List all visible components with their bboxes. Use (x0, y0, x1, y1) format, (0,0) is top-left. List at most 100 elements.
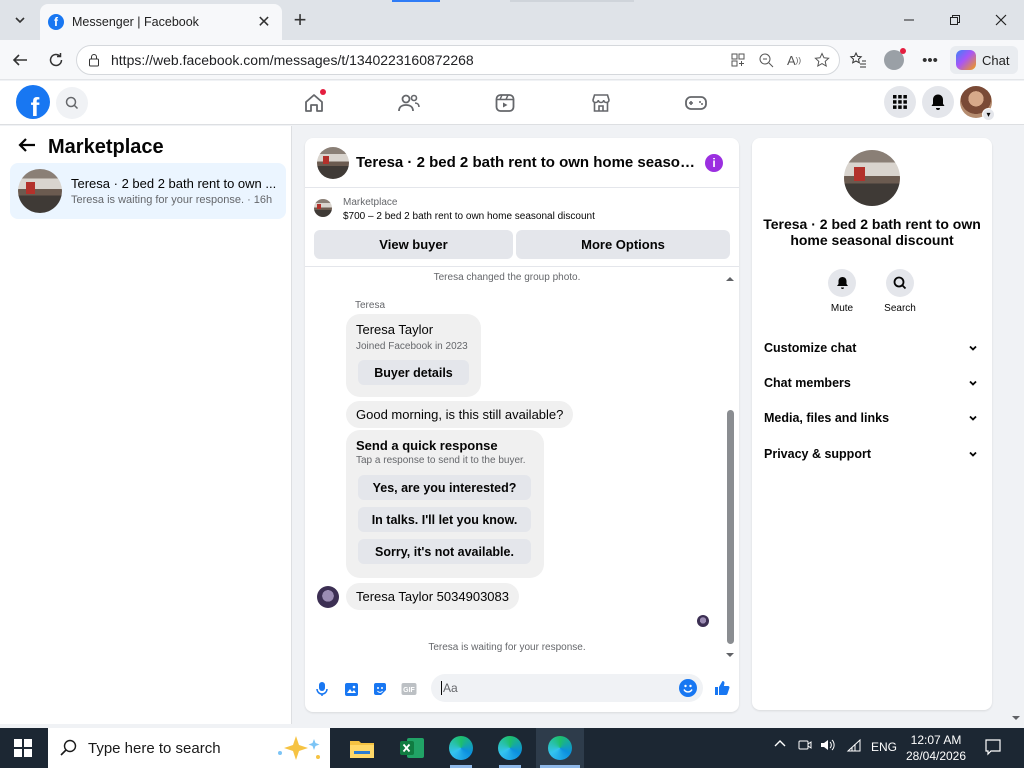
facebook-top-bar: f ▾ (0, 81, 1024, 125)
facebook-logo-icon[interactable]: f (16, 85, 50, 119)
message-input[interactable]: Aa (431, 674, 703, 702)
details-title: Teresa · 2 bed 2 bath rent to own home s… (763, 216, 981, 248)
url-text: https://web.facebook.com/messages/t/1340… (111, 52, 474, 68)
new-tab-icon[interactable]: + (288, 7, 312, 32)
back-arrow-icon[interactable] (18, 136, 36, 159)
tab-title: Messenger | Facebook (72, 15, 199, 29)
refresh-icon[interactable] (44, 48, 68, 72)
excel-icon[interactable] (398, 734, 426, 762)
message-input-placeholder: Aa (441, 681, 458, 695)
sticker-icon[interactable] (371, 680, 389, 698)
mute-action[interactable]: Mute (812, 269, 872, 314)
url-field[interactable]: https://web.facebook.com/messages/t/1340… (76, 45, 840, 75)
video-icon[interactable] (491, 89, 519, 117)
restore-icon[interactable] (932, 0, 978, 40)
notification-center-icon[interactable] (984, 738, 1002, 759)
message-thread[interactable]: Teresa changed the group photo. Teresa T… (305, 267, 739, 664)
mute-label: Mute (830, 303, 854, 314)
file-explorer-icon[interactable] (348, 734, 376, 762)
account-avatar[interactable]: ▾ (960, 86, 995, 121)
gif-icon[interactable]: GIF (400, 680, 418, 698)
search-icon[interactable] (886, 269, 914, 297)
facebook-search-icon[interactable] (56, 87, 88, 119)
edge-browser-icon[interactable] (496, 734, 524, 762)
back-arrow-icon[interactable] (8, 48, 32, 72)
conversation-info-icon[interactable]: i (705, 154, 723, 172)
listing-thumbnail (18, 169, 62, 213)
gaming-icon[interactable] (682, 89, 710, 117)
marketplace-label: Marketplace (343, 197, 398, 208)
chat-label: Chat (982, 52, 1010, 68)
quick-response-card: Send a quick response Tap a response to … (346, 430, 544, 578)
lock-icon[interactable] (87, 53, 101, 67)
account-chevron-down-icon[interactable]: ▾ (982, 108, 995, 121)
windows-start-icon[interactable] (14, 739, 32, 757)
minimize-icon[interactable] (886, 0, 932, 40)
chat-header-thumbnail[interactable] (317, 146, 349, 179)
message-composer: GIF Aa (305, 668, 739, 712)
microphone-icon[interactable] (313, 680, 331, 698)
marketplace-icon[interactable] (587, 89, 615, 117)
language-indicator[interactable]: ENG (871, 740, 897, 754)
thumbs-up-icon[interactable] (712, 678, 732, 698)
more-options-icon[interactable]: ••• (918, 48, 942, 72)
home-icon[interactable] (300, 89, 328, 117)
sender-name: Teresa (355, 300, 386, 311)
copilot-chat-button[interactable]: Chat (950, 46, 1018, 74)
sender-avatar[interactable] (317, 586, 339, 608)
quick-response-option-2[interactable]: In talks. I'll let you know. (358, 507, 531, 532)
section-chat-members[interactable]: Chat members (764, 371, 978, 395)
page-scrollbar[interactable] (1008, 126, 1024, 724)
profile-avatar-icon[interactable] (882, 48, 906, 72)
browser-tab-messenger[interactable]: f Messenger | Facebook ✕ (40, 4, 282, 40)
thread-scrollbar-thumb[interactable] (727, 410, 734, 644)
menu-grid-icon[interactable] (884, 86, 916, 118)
section-privacy-support[interactable]: Privacy & support (764, 442, 978, 466)
taskbar-search-box[interactable]: Type here to search (48, 728, 330, 768)
message-bubble[interactable]: Teresa Taylor 5034903083 (346, 583, 519, 610)
volume-icon[interactable] (820, 738, 836, 755)
favorites-icon[interactable] (846, 48, 870, 72)
system-clock[interactable]: 12:07 AM 28/04/2026 (904, 732, 968, 764)
image-attach-icon[interactable] (342, 680, 360, 698)
chevron-down-icon (969, 415, 977, 421)
system-message: Teresa changed the group photo. (433, 272, 581, 283)
read-aloud-icon[interactable]: A)) (783, 49, 805, 71)
zoom-icon[interactable] (755, 49, 777, 71)
section-customize-chat[interactable]: Customize chat (764, 336, 978, 360)
quick-response-option-1[interactable]: Yes, are you interested? (358, 475, 531, 500)
clock-time: 12:07 AM (910, 733, 962, 747)
section-label: Customize chat (764, 341, 857, 355)
message-bubble[interactable]: Good morning, is this still available? (346, 401, 574, 428)
more-options-button[interactable]: More Options (516, 230, 730, 259)
marketplace-listing-strip[interactable]: Marketplace $700 – 2 bed 2 bath rent to … (305, 189, 739, 227)
chevron-down-icon (969, 380, 977, 386)
listing-price-title: $700 – 2 bed 2 bath rent to own home sea… (343, 211, 595, 222)
meet-camera-icon[interactable] (798, 738, 812, 755)
notifications-bell-icon[interactable] (922, 86, 954, 118)
conversation-title: Teresa · 2 bed 2 bath rent to own ... (71, 176, 277, 191)
show-hidden-icons-chevron-up-icon[interactable] (774, 738, 786, 753)
chat-title[interactable]: Teresa · 2 bed 2 bath rent to own home s… (356, 154, 696, 171)
favorite-star-icon[interactable] (811, 49, 833, 71)
app-available-icon[interactable] (727, 49, 749, 71)
buyer-details-button[interactable]: Buyer details (358, 360, 469, 385)
emoji-icon[interactable] (679, 679, 697, 697)
edge-browser-icon[interactable] (447, 734, 475, 762)
search-action[interactable]: Search (870, 269, 930, 314)
windows-taskbar: Type here to search ENG 12:07 AM 28/04/2… (0, 728, 1024, 768)
facebook-favicon-icon: f (48, 14, 64, 30)
section-media-files-links[interactable]: Media, files and links (764, 406, 978, 430)
tab-actions-chevron-icon[interactable] (6, 6, 34, 34)
quick-response-subtitle: Tap a response to send it to the buyer. (356, 455, 526, 466)
network-icon[interactable] (846, 738, 862, 755)
quick-response-option-3[interactable]: Sorry, it's not available. (358, 539, 531, 564)
friends-icon[interactable] (395, 89, 423, 117)
view-buyer-button[interactable]: View buyer (314, 230, 513, 259)
close-window-icon[interactable] (978, 0, 1024, 40)
edge-browser-active-icon[interactable] (546, 734, 574, 762)
conversation-subtitle: Teresa is waiting for your response. · 1… (71, 194, 273, 206)
tab-close-icon[interactable]: ✕ (254, 12, 274, 32)
bell-icon[interactable] (828, 269, 856, 297)
conversation-list-item[interactable]: Teresa · 2 bed 2 bath rent to own ... Te… (10, 163, 286, 219)
